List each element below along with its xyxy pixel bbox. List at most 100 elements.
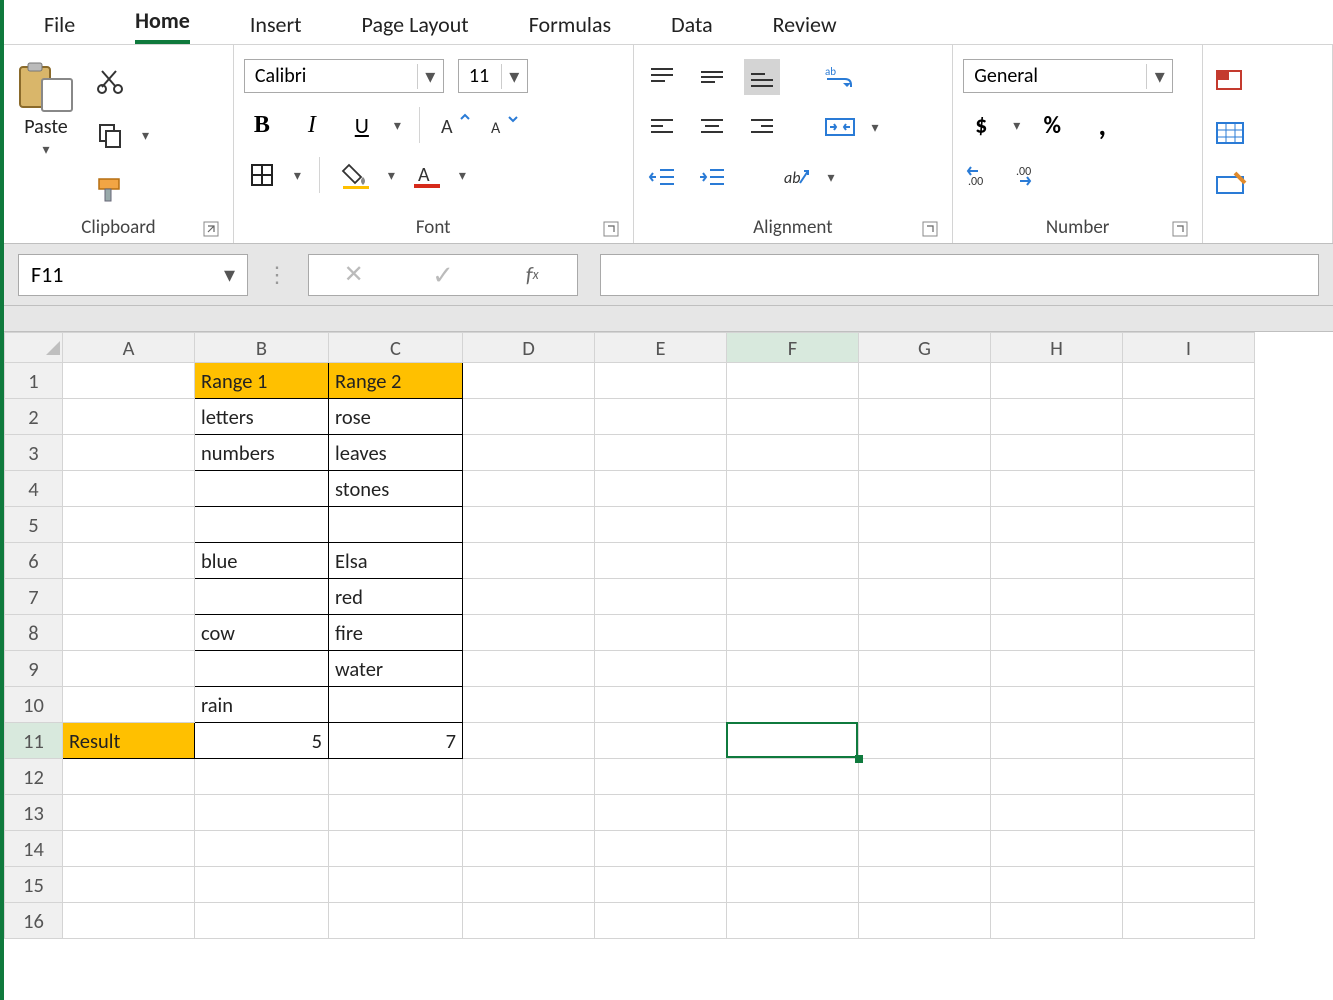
underline-button[interactable]: U [344, 107, 380, 143]
cell-F10[interactable] [727, 687, 859, 723]
cell-G16[interactable] [859, 903, 991, 939]
align-center-button[interactable] [694, 109, 730, 145]
enter-formula-button[interactable]: ✓ [425, 257, 461, 293]
align-bottom-button[interactable] [744, 59, 780, 95]
decrease-decimal-button[interactable]: .00 [1013, 157, 1049, 193]
cell-I13[interactable] [1123, 795, 1255, 831]
col-header-F[interactable]: F [727, 333, 859, 363]
dialog-launcher-icon[interactable] [603, 221, 619, 237]
cell-A13[interactable] [63, 795, 195, 831]
col-header-G[interactable]: G [859, 333, 991, 363]
cell-B8[interactable]: cow [195, 615, 329, 651]
cell-H4[interactable] [991, 471, 1123, 507]
percent-button[interactable]: % [1034, 107, 1070, 143]
cell-G6[interactable] [859, 543, 991, 579]
cell-D9[interactable] [463, 651, 595, 687]
cell-A15[interactable] [63, 867, 195, 903]
dialog-launcher-icon[interactable] [1172, 221, 1188, 237]
fill-color-button[interactable] [338, 157, 374, 193]
cell-C14[interactable] [329, 831, 463, 867]
cell-E13[interactable] [595, 795, 727, 831]
cell-E6[interactable] [595, 543, 727, 579]
format-as-table-button[interactable] [1213, 115, 1249, 151]
cell-I11[interactable] [1123, 723, 1255, 759]
cell-G7[interactable] [859, 579, 991, 615]
cell-I1[interactable] [1123, 363, 1255, 399]
cell-C13[interactable] [329, 795, 463, 831]
cell-I10[interactable] [1123, 687, 1255, 723]
chevron-down-icon[interactable]: ▾ [388, 167, 395, 184]
col-header-A[interactable]: A [63, 333, 195, 363]
row-header-14[interactable]: 14 [5, 831, 63, 867]
cell-A5[interactable] [63, 507, 195, 543]
cell-C5[interactable] [329, 507, 463, 543]
cell-H15[interactable] [991, 867, 1123, 903]
cell-D1[interactable] [463, 363, 595, 399]
cell-D12[interactable] [463, 759, 595, 795]
cell-G9[interactable] [859, 651, 991, 687]
cell-B6[interactable]: blue [195, 543, 329, 579]
row-header-12[interactable]: 12 [5, 759, 63, 795]
cell-A16[interactable] [63, 903, 195, 939]
sheet-table[interactable]: ABCDEFGHI1Range 1Range 22lettersrose3num… [4, 332, 1255, 939]
cell-E10[interactable] [595, 687, 727, 723]
cell-A7[interactable] [63, 579, 195, 615]
chevron-down-icon[interactable]: ▾ [394, 117, 401, 134]
cell-H5[interactable] [991, 507, 1123, 543]
cell-H12[interactable] [991, 759, 1123, 795]
cell-G10[interactable] [859, 687, 991, 723]
tab-home[interactable]: Home [135, 7, 190, 44]
cell-B12[interactable] [195, 759, 329, 795]
increase-decimal-button[interactable]: .00 [963, 157, 999, 193]
cell-A12[interactable] [63, 759, 195, 795]
cell-G8[interactable] [859, 615, 991, 651]
select-all-corner[interactable] [5, 333, 63, 363]
row-header-15[interactable]: 15 [5, 867, 63, 903]
cell-F5[interactable] [727, 507, 859, 543]
cell-E3[interactable] [595, 435, 727, 471]
formula-bar-input[interactable] [600, 254, 1319, 296]
cell-F7[interactable] [727, 579, 859, 615]
cell-H1[interactable] [991, 363, 1123, 399]
row-header-4[interactable]: 4 [5, 471, 63, 507]
cell-B1[interactable]: Range 1 [195, 363, 329, 399]
cell-D13[interactable] [463, 795, 595, 831]
cell-H10[interactable] [991, 687, 1123, 723]
cell-C10[interactable] [329, 687, 463, 723]
cell-H7[interactable] [991, 579, 1123, 615]
cell-E8[interactable] [595, 615, 727, 651]
cell-B9[interactable] [195, 651, 329, 687]
format-painter-button[interactable] [92, 171, 128, 207]
cell-E5[interactable] [595, 507, 727, 543]
conditional-formatting-button[interactable] [1213, 63, 1249, 99]
cell-C6[interactable]: Elsa [329, 543, 463, 579]
dialog-launcher-icon[interactable] [203, 221, 219, 237]
font-size-combo[interactable]: 11▾ [458, 59, 528, 93]
cell-D11[interactable] [463, 723, 595, 759]
cell-C16[interactable] [329, 903, 463, 939]
row-header-9[interactable]: 9 [5, 651, 63, 687]
cell-H11[interactable] [991, 723, 1123, 759]
col-header-D[interactable]: D [463, 333, 595, 363]
cell-I15[interactable] [1123, 867, 1255, 903]
cell-B2[interactable]: letters [195, 399, 329, 435]
cell-B10[interactable]: rain [195, 687, 329, 723]
cell-I14[interactable] [1123, 831, 1255, 867]
cell-D16[interactable] [463, 903, 595, 939]
cell-I4[interactable] [1123, 471, 1255, 507]
cell-F15[interactable] [727, 867, 859, 903]
cell-C2[interactable]: rose [329, 399, 463, 435]
cell-C15[interactable] [329, 867, 463, 903]
tab-formulas[interactable]: Formulas [529, 11, 611, 44]
cell-C11[interactable]: 7 [329, 723, 463, 759]
row-header-11[interactable]: 11 [5, 723, 63, 759]
align-top-button[interactable] [644, 59, 680, 95]
cell-F6[interactable] [727, 543, 859, 579]
tab-review[interactable]: Review [773, 11, 837, 44]
bold-button[interactable]: B [244, 107, 280, 143]
currency-button[interactable]: $ [963, 107, 999, 143]
orientation-button[interactable]: ab [778, 159, 814, 195]
cell-A11[interactable]: Result [63, 723, 195, 759]
cell-H8[interactable] [991, 615, 1123, 651]
cell-F4[interactable] [727, 471, 859, 507]
